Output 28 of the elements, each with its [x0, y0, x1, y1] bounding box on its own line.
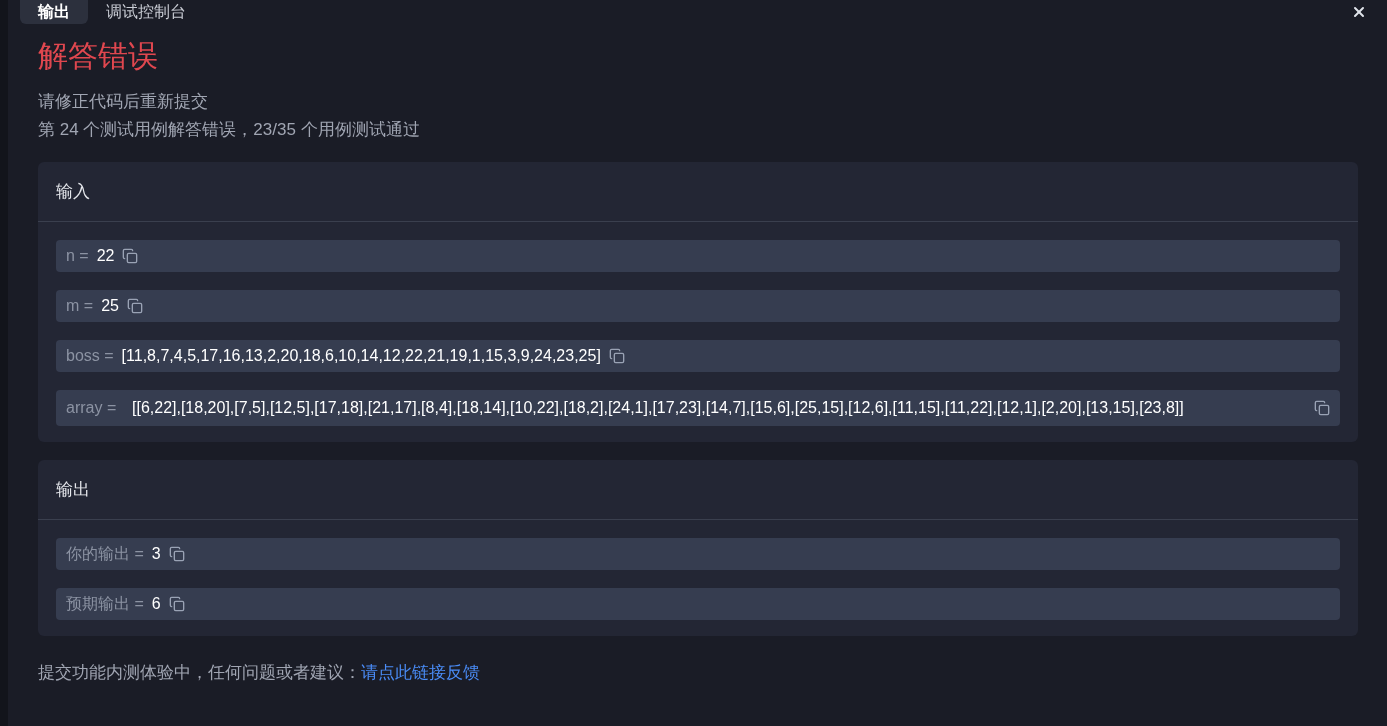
- section-title: 输入: [56, 180, 90, 203]
- copy-icon[interactable]: [126, 298, 143, 314]
- copy-icon[interactable]: [1314, 400, 1330, 416]
- result-message: 请修正代码后重新提交: [38, 91, 209, 113]
- copy-icon[interactable]: [168, 546, 185, 562]
- parameter-value: 22: [96, 246, 115, 266]
- parameter-label: 预期输出 =: [66, 594, 144, 614]
- parameter-label: boss =: [66, 346, 114, 366]
- feedback-text: 提交功能内测体验中，任何问题或者建议：: [38, 663, 361, 682]
- parameter-label: m =: [66, 296, 94, 316]
- parameter-value: 25: [101, 296, 119, 316]
- parameter-value: 6: [151, 594, 161, 614]
- parameter-value: [11,8,7,4,5,17,16,13,2,20,18,6,10,14,12,22,21,19,1,15,3,9,24,23,25]: [121, 346, 601, 366]
- copy-icon[interactable]: [608, 348, 625, 364]
- copy-icon[interactable]: [122, 248, 139, 264]
- feedback-link[interactable]: 请点此链接反馈: [361, 663, 480, 682]
- result-message: 第 24 个测试用例解答错误，23/35 个用例测试通过: [38, 119, 421, 141]
- tab[interactable]: 调试控制台: [88, 0, 204, 24]
- parameter-label: array =: [66, 398, 118, 418]
- parameter-label: 你的输出 =: [66, 544, 144, 564]
- tab[interactable]: 输出: [20, 0, 88, 24]
- close-icon[interactable]: [1351, 4, 1367, 20]
- copy-icon[interactable]: [168, 596, 185, 612]
- parameter-value: [[6,22],[18,20],[7,5],[12,5],[17,18],[21,17],[8,4],[18,14],[10,22],[18,2],[24,1],[17,23],[14,7],[15,6],[25,15],[12,6],[11,15],[11,22],[12,1],[2,20],[13,15],[23,8]]: [132, 398, 1185, 418]
- section-title: 输出: [56, 478, 90, 501]
- parameter-value: 3: [151, 544, 161, 564]
- result-title: 解答错误: [38, 38, 159, 74]
- parameter-label: n =: [66, 246, 89, 266]
